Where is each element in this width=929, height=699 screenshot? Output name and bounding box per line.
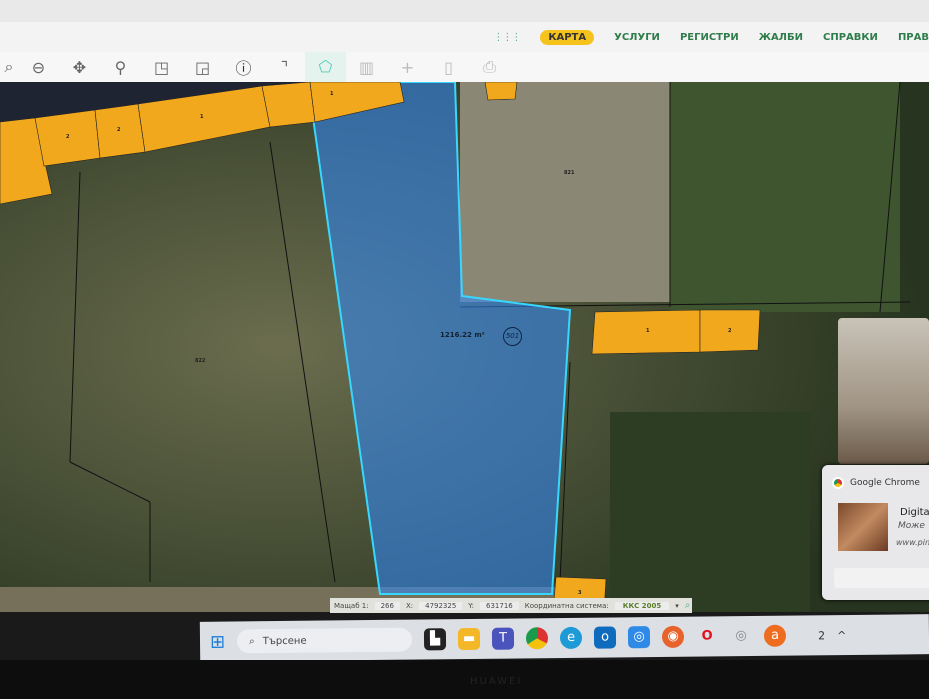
aerial-vines — [610, 412, 810, 612]
apps-grid-icon[interactable]: ⋮⋮⋮ — [493, 32, 521, 43]
edge-icon[interactable]: e — [559, 626, 583, 650]
notification-url: www.pin — [896, 538, 929, 547]
document-icon[interactable]: ▯ — [428, 58, 469, 77]
parcel-area-label: 1216.22 m² — [440, 331, 485, 339]
notification-action[interactable] — [834, 568, 929, 588]
monitor-bezel — [0, 660, 929, 699]
avast-icon[interactable]: a — [763, 624, 787, 647]
scale-label: Мащаб 1: — [334, 601, 369, 610]
chrome-icon — [832, 477, 844, 489]
coordinate-system-select[interactable]: ККС 2005 — [614, 601, 670, 610]
measure-line-icon[interactable]: ⌝ — [264, 58, 305, 77]
windows-start-icon[interactable]: ⊞ — [210, 631, 225, 652]
teams-icon[interactable]: T — [491, 627, 515, 650]
notification-title: Digital — [900, 507, 929, 518]
x-coordinate: 4792325 — [419, 601, 463, 610]
taskbar-search[interactable]: ⌕ Търсене — [236, 627, 413, 654]
crosshair-icon[interactable]: + — [387, 58, 428, 77]
search-icon[interactable]: ⌕ — [685, 600, 691, 611]
firefox-icon[interactable]: ◉ — [661, 625, 685, 648]
nav-complaints[interactable]: ЖАЛБИ — [759, 32, 803, 43]
taskbar: ⊞ ⌕ Търсене ▙ ▬ T e o ◎ ◉ O ◎ a 2 ^ — [199, 614, 929, 662]
pan-icon[interactable]: ✥ — [59, 58, 100, 77]
marker-icon[interactable]: ⚲ — [100, 58, 141, 77]
search-placeholder: Търсене — [262, 635, 307, 647]
parcel-label: 2 — [728, 328, 732, 334]
map-canvas[interactable]: 2 2 1 1 822 821 1 2 3 — [0, 82, 929, 612]
parcel-label: 1 — [646, 328, 650, 334]
cs-label: Координатна система: — [524, 601, 609, 610]
opera-icon[interactable]: O — [696, 625, 718, 647]
info-icon[interactable]: ⓘ — [223, 55, 264, 79]
video-overlay — [838, 318, 929, 464]
parcel-label: 822 — [195, 358, 206, 364]
y-label: Y: — [468, 601, 475, 610]
parcel-number-badge: 501 — [503, 327, 522, 346]
zoom-out-icon[interactable]: ⊖ — [18, 58, 59, 77]
chrome-taskbar-icon[interactable] — [525, 627, 549, 650]
zoom-in-icon[interactable]: ⌕ — [0, 57, 18, 77]
file-explorer-icon[interactable]: ▬ — [457, 627, 481, 651]
notification-thumbnail — [838, 503, 888, 551]
nav-map[interactable]: КАРТА — [540, 29, 595, 45]
parcel-label: 3 — [578, 590, 582, 596]
select-rect-icon[interactable]: ◳ — [141, 58, 182, 77]
nav-services[interactable]: УСЛУГИ — [614, 32, 660, 43]
nav-registers[interactable]: РЕГИСТРИ — [680, 32, 739, 43]
map-status-bar: Мащаб 1: 266 X: 4792325 Y: 631716 Коорди… — [330, 598, 692, 613]
main-nav: ⋮⋮⋮ КАРТА УСЛУГИ РЕГИСТРИ ЖАЛБИ СПРАВКИ … — [0, 22, 929, 52]
print-icon[interactable]: ⎙ — [469, 57, 510, 77]
notification-app: Google Chrome — [850, 478, 920, 488]
map-drawing — [0, 82, 929, 612]
nav-rules[interactable]: ПРАВ — [898, 32, 929, 43]
y-coordinate: 631716 — [480, 601, 519, 610]
task-view-icon[interactable]: ▙ — [423, 628, 447, 651]
chrome-notification[interactable]: Google Chrome Digital Може www.pin — [822, 465, 929, 600]
parcel-label: 1 — [330, 91, 334, 97]
map-layers-icon[interactable]: ▥ — [346, 58, 387, 77]
select-rect-2-icon[interactable]: ◲ — [182, 58, 223, 77]
browser-tab-strip — [0, 0, 929, 22]
webcam-icon[interactable]: ◎ — [730, 625, 752, 647]
parcel-label: 821 — [564, 170, 575, 176]
aerial-garden — [670, 82, 900, 312]
parcel-label: 1 — [200, 114, 204, 120]
scale-input[interactable]: 266 — [374, 601, 400, 610]
search-icon: ⌕ — [249, 635, 255, 647]
outlook-icon[interactable]: o — [593, 626, 617, 649]
monitor-brand-logo: HUAWEI — [470, 676, 523, 687]
parcel-label: 2 — [117, 127, 121, 133]
tray-badge[interactable]: 2 — [818, 629, 825, 642]
x-label: X: — [405, 601, 414, 610]
parcel-label: 2 — [66, 134, 70, 140]
notification-body: Може — [898, 521, 925, 531]
nav-references[interactable]: СПРАВКИ — [823, 32, 878, 43]
measure-polygon-icon[interactable]: ⬠ — [305, 52, 346, 82]
aerial-field-821 — [460, 82, 670, 302]
chevron-down-icon[interactable]: ▾ — [675, 602, 679, 610]
chevron-up-icon[interactable]: ^ — [837, 629, 846, 642]
map-toolbar: ⌕ ⊖ ✥ ⚲ ◳ ◲ ⓘ ⌝ ⬠ ▥ + ▯ ⎙ — [0, 52, 929, 82]
remote-desktop-icon[interactable]: ◎ — [627, 626, 651, 649]
